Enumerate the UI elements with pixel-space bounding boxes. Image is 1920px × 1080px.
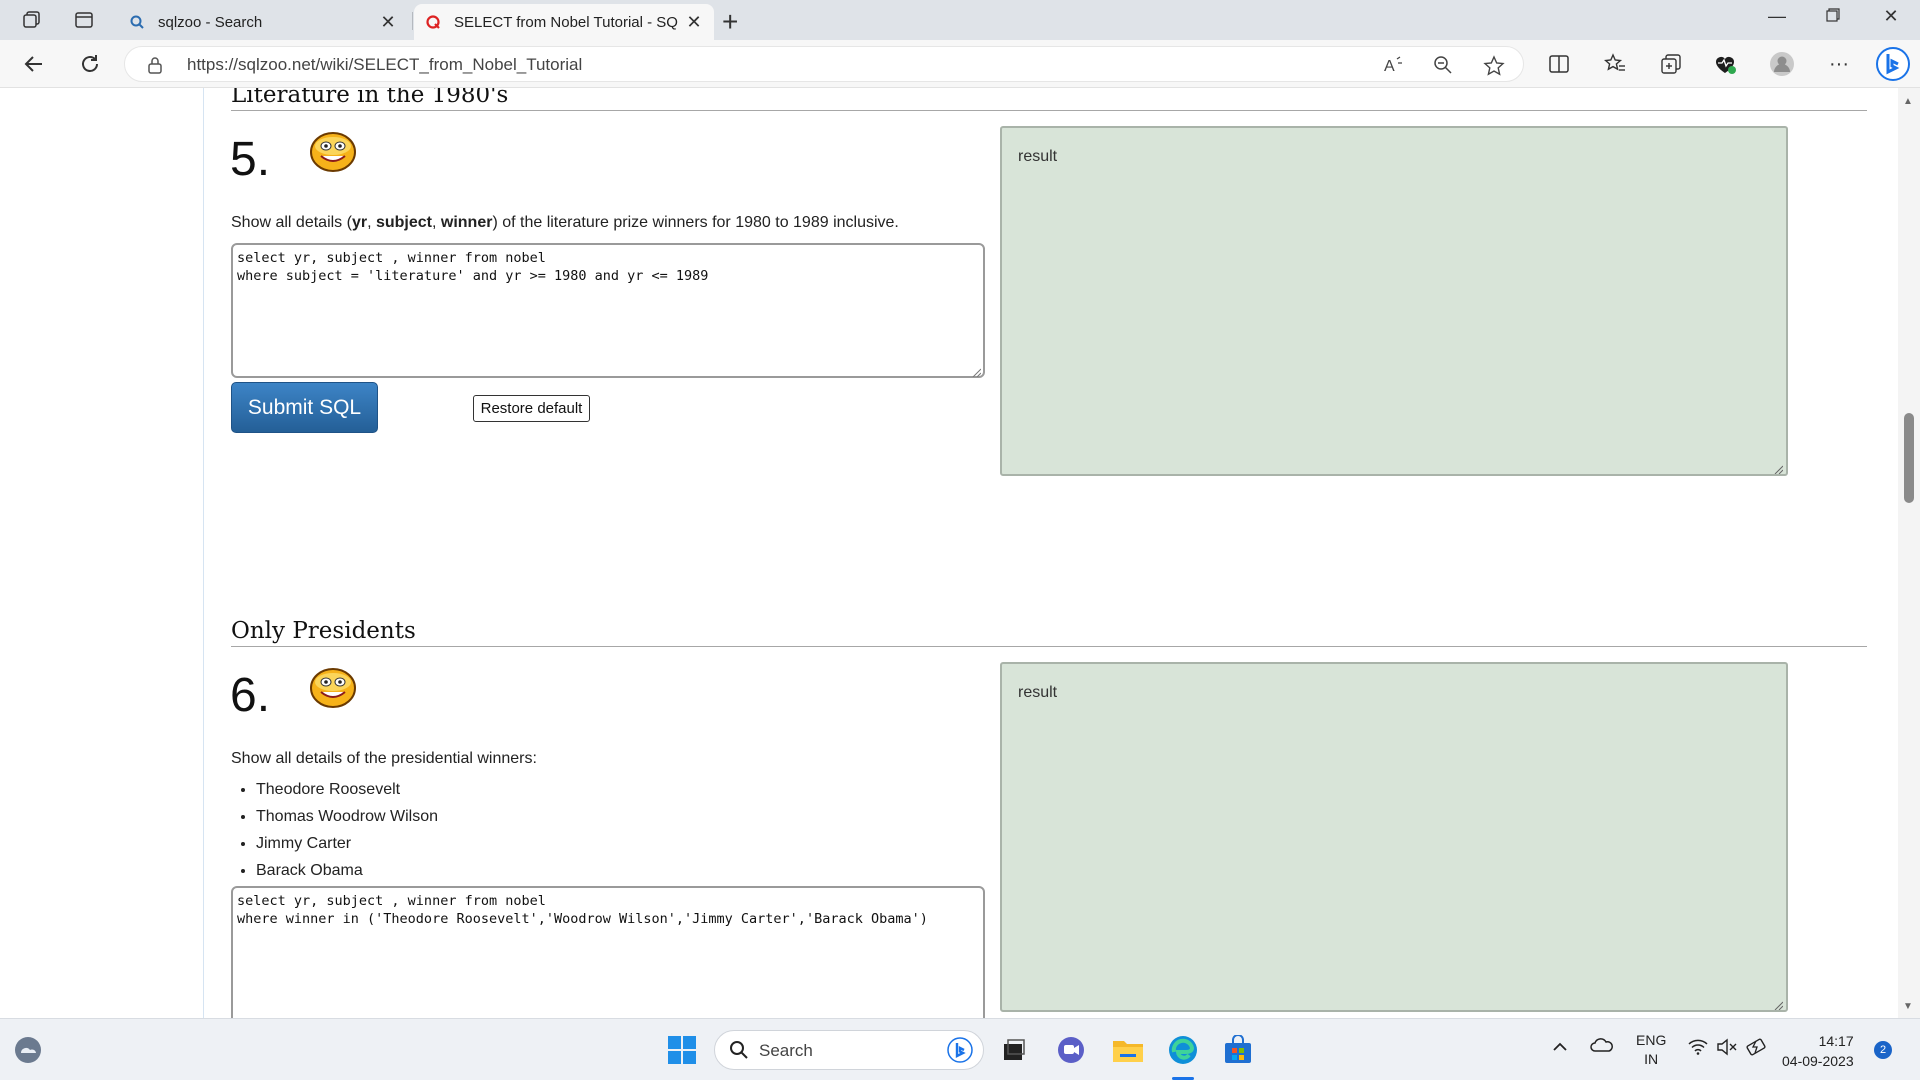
notification-badge[interactable]: 2 [1874,1041,1892,1059]
address-bar[interactable]: https://sqlzoo.net/wiki/SELECT_from_Nobe… [124,46,1524,82]
vertical-scrollbar[interactable]: ▲ ▼ [1898,88,1920,1018]
taskbar: Search ENG IN 14:17 04-09-2023 2 [0,1018,1920,1080]
page-content: Literature in the 1980's 5. Show all det… [0,88,1920,1018]
taskbar-search[interactable]: Search [714,1030,984,1070]
start-windows-icon[interactable] [664,1032,700,1068]
clock[interactable]: 14:17 04-09-2023 [1782,1031,1854,1071]
section-heading: Literature in the 1980's [231,88,509,108]
search-placeholder: Search [759,1041,813,1060]
search-icon [128,13,146,31]
resize-handle-icon[interactable] [1773,997,1784,1011]
minimize-icon[interactable]: — [1762,6,1792,27]
close-tab-icon[interactable]: ✕ [684,12,704,33]
edge-browser-icon[interactable] [1165,1032,1201,1068]
resize-handle-icon[interactable] [1773,461,1784,475]
list-item: Thomas Woodrow Wilson [256,808,438,826]
result-label: result [1018,148,1058,165]
smiley-icon [309,130,357,174]
question-description: Show all details (yr, subject, winner) o… [231,214,899,231]
volume-muted-icon[interactable] [1716,1038,1738,1059]
smiley-icon [309,666,357,710]
lock-icon[interactable] [147,56,163,79]
restore-default-button[interactable]: Restore default [473,395,590,422]
task-view-icon[interactable] [996,1032,1032,1068]
tab-actions-icon[interactable] [72,8,96,32]
section-heading: Only Presidents [231,618,416,644]
language-indicator[interactable]: ENG IN [1636,1031,1666,1069]
list-item: Barack Obama [256,862,438,880]
question-description: Show all details of the presidential win… [231,750,537,767]
tab-sqlzoo-search[interactable]: sqlzoo - Search ✕ [118,4,408,40]
question-number: 6. [230,669,271,722]
result-panel: result [1000,126,1788,476]
navigation-bar: https://sqlzoo.net/wiki/SELECT_from_Nobe… [0,40,1920,88]
tab-separator [412,12,413,30]
browser-essentials-icon[interactable] [1711,50,1739,78]
file-explorer-icon[interactable] [1110,1032,1146,1068]
restore-window-icon[interactable] [1818,6,1848,27]
url-text[interactable]: https://sqlzoo.net/wiki/SELECT_from_Nobe… [187,55,582,75]
divider [231,110,1867,111]
list-item: Jimmy Carter [256,835,438,853]
language-code: ENG [1636,1032,1667,1048]
bing-icon[interactable] [947,1037,973,1068]
divider [231,646,1867,647]
zoom-out-icon[interactable] [1433,55,1453,80]
list-item: Theodore Roosevelt [256,781,438,799]
tab-title: SELECT from Nobel Tutorial - SQ [454,13,678,31]
submit-sql-button[interactable]: Submit SQL [231,382,378,433]
president-list: Theodore Roosevelt Thomas Woodrow Wilson… [256,781,438,889]
tab-nobel-tutorial[interactable]: SELECT from Nobel Tutorial - SQ ✕ [414,4,714,40]
more-options-icon[interactable]: ··· [1825,50,1853,78]
sql-editor[interactable]: select yr, subject , winner from nobel w… [231,243,985,378]
sql-editor[interactable]: select yr, subject , winner from nobel w… [231,886,985,1018]
show-hidden-icons-icon[interactable] [1552,1039,1568,1055]
left-sidebar [4,88,204,1018]
question-number: 5. [230,133,271,186]
svg-text:A: A [1384,58,1395,75]
region-code: IN [1644,1051,1659,1067]
profile-avatar-icon[interactable] [1768,50,1796,78]
split-screen-icon[interactable] [1545,50,1573,78]
result-panel: result [1000,662,1788,1012]
clock-date: 04-09-2023 [1782,1053,1854,1069]
tab-strip: sqlzoo - Search ✕ SELECT from Nobel Tuto… [0,0,1920,40]
scroll-up-icon[interactable]: ▲ [1903,96,1913,107]
favorites-icon[interactable] [1601,50,1629,78]
resize-handle-icon[interactable] [971,364,982,382]
scrollbar-thumb[interactable] [1904,413,1914,503]
scroll-down-icon[interactable]: ▼ [1903,1001,1913,1012]
tab-title: sqlzoo - Search [158,13,263,31]
workspaces-icon[interactable] [20,8,44,32]
close-tab-icon[interactable]: ✕ [378,12,398,33]
close-window-icon[interactable]: ✕ [1876,6,1906,27]
sqlzoo-favicon-icon [424,13,442,31]
new-tab-icon[interactable]: + [722,6,738,38]
onedrive-cloud-icon[interactable] [1590,1037,1614,1056]
weather-widget-icon[interactable] [10,1032,46,1068]
refresh-icon[interactable] [76,50,104,78]
search-icon [729,1040,749,1065]
clock-time: 14:17 [1818,1033,1854,1049]
microsoft-store-icon[interactable] [1220,1032,1256,1068]
teams-chat-icon[interactable] [1053,1032,1089,1068]
collections-icon[interactable] [1657,50,1685,78]
read-aloud-icon[interactable]: A [1383,55,1405,80]
favorite-star-icon[interactable] [1483,55,1505,82]
bing-copilot-icon[interactable] [1874,45,1912,83]
result-label: result [1018,684,1058,701]
battery-charging-icon[interactable] [1746,1037,1768,1060]
wifi-icon[interactable] [1688,1039,1708,1058]
back-icon[interactable] [20,50,48,78]
